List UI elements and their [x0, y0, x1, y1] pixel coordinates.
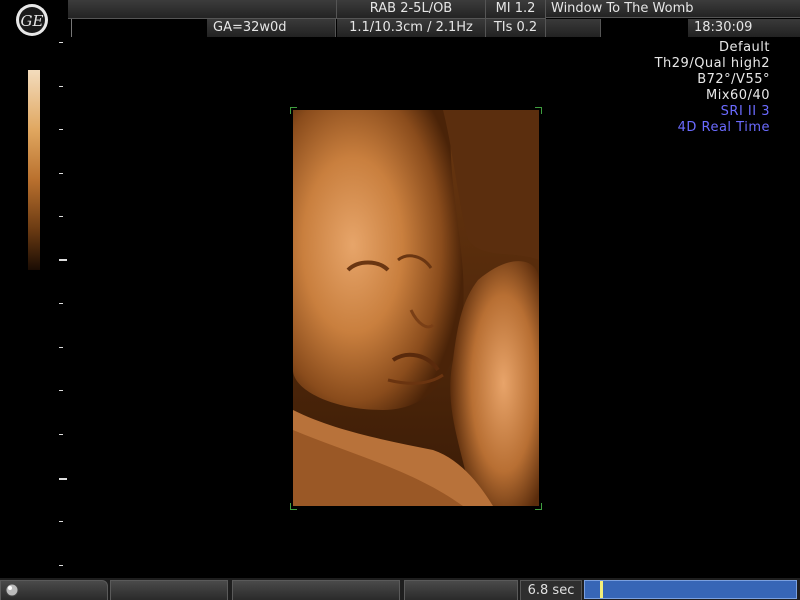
- cine-position-cursor[interactable]: [600, 581, 603, 598]
- param-mix: Mix60/40: [706, 88, 770, 103]
- depth-tick: [59, 173, 63, 174]
- render-viewport[interactable]: [293, 110, 539, 506]
- param-preset: Default: [719, 40, 770, 55]
- frame-corner: [290, 107, 297, 114]
- probe-label: RAB 2-5L/OB: [337, 0, 486, 19]
- cine-loop-bar[interactable]: [584, 580, 797, 599]
- depth-frequency-label: 1.1/10.3cm / 2.1Hz: [337, 19, 486, 37]
- header-blank-2: [546, 19, 601, 37]
- depth-tick: [59, 129, 63, 130]
- fetal-face-render: [293, 110, 539, 506]
- param-quality: Th29/Qual high2: [654, 56, 770, 71]
- footer-tab-1[interactable]: [110, 580, 228, 600]
- cine-duration: 6.8 sec: [520, 580, 582, 600]
- header-divider: [68, 19, 72, 37]
- imaging-parameters: Default Th29/Qual high2 B72°/V55° Mix60/…: [655, 40, 770, 136]
- param-angles: B72°/V55°: [697, 72, 770, 87]
- clock-label: 18:30:09: [688, 19, 800, 37]
- frame-corner: [535, 107, 542, 114]
- depth-tick: [59, 521, 63, 522]
- depth-tick: [59, 347, 63, 348]
- depth-tick: [59, 390, 63, 391]
- site-label: Window To The Womb: [546, 0, 800, 18]
- frame-corner: [535, 503, 542, 510]
- depth-tick: [59, 86, 63, 87]
- ga-label: GA=32w0d: [207, 19, 336, 37]
- param-mode: 4D Real Time: [677, 120, 770, 135]
- depth-tick: [59, 565, 63, 566]
- tis-label: TIs 0.2: [486, 19, 546, 37]
- depth-tick: [59, 42, 63, 43]
- depth-tick-major: [59, 478, 67, 480]
- footer-tab-2[interactable]: [232, 580, 400, 600]
- depth-tick: [59, 434, 63, 435]
- svg-text:GE: GE: [21, 12, 44, 30]
- depth-tick-major: [59, 259, 67, 261]
- ge-logo-icon: GE: [4, 2, 62, 38]
- ultrasound-screen: GE RAB 2-5L/OB MI 1.2 Window To The Womb…: [0, 0, 800, 600]
- depth-tick: [59, 303, 63, 304]
- footer-tab-3[interactable]: [404, 580, 518, 600]
- header-blank: [68, 0, 337, 19]
- mi-label: MI 1.2: [486, 0, 546, 19]
- tint-map-bar: [28, 70, 40, 270]
- depth-tick: [59, 216, 63, 217]
- trackball-tab[interactable]: [0, 580, 108, 600]
- param-sri: SRI II 3: [720, 104, 770, 119]
- frame-corner: [290, 503, 297, 510]
- trackball-icon: [5, 583, 19, 597]
